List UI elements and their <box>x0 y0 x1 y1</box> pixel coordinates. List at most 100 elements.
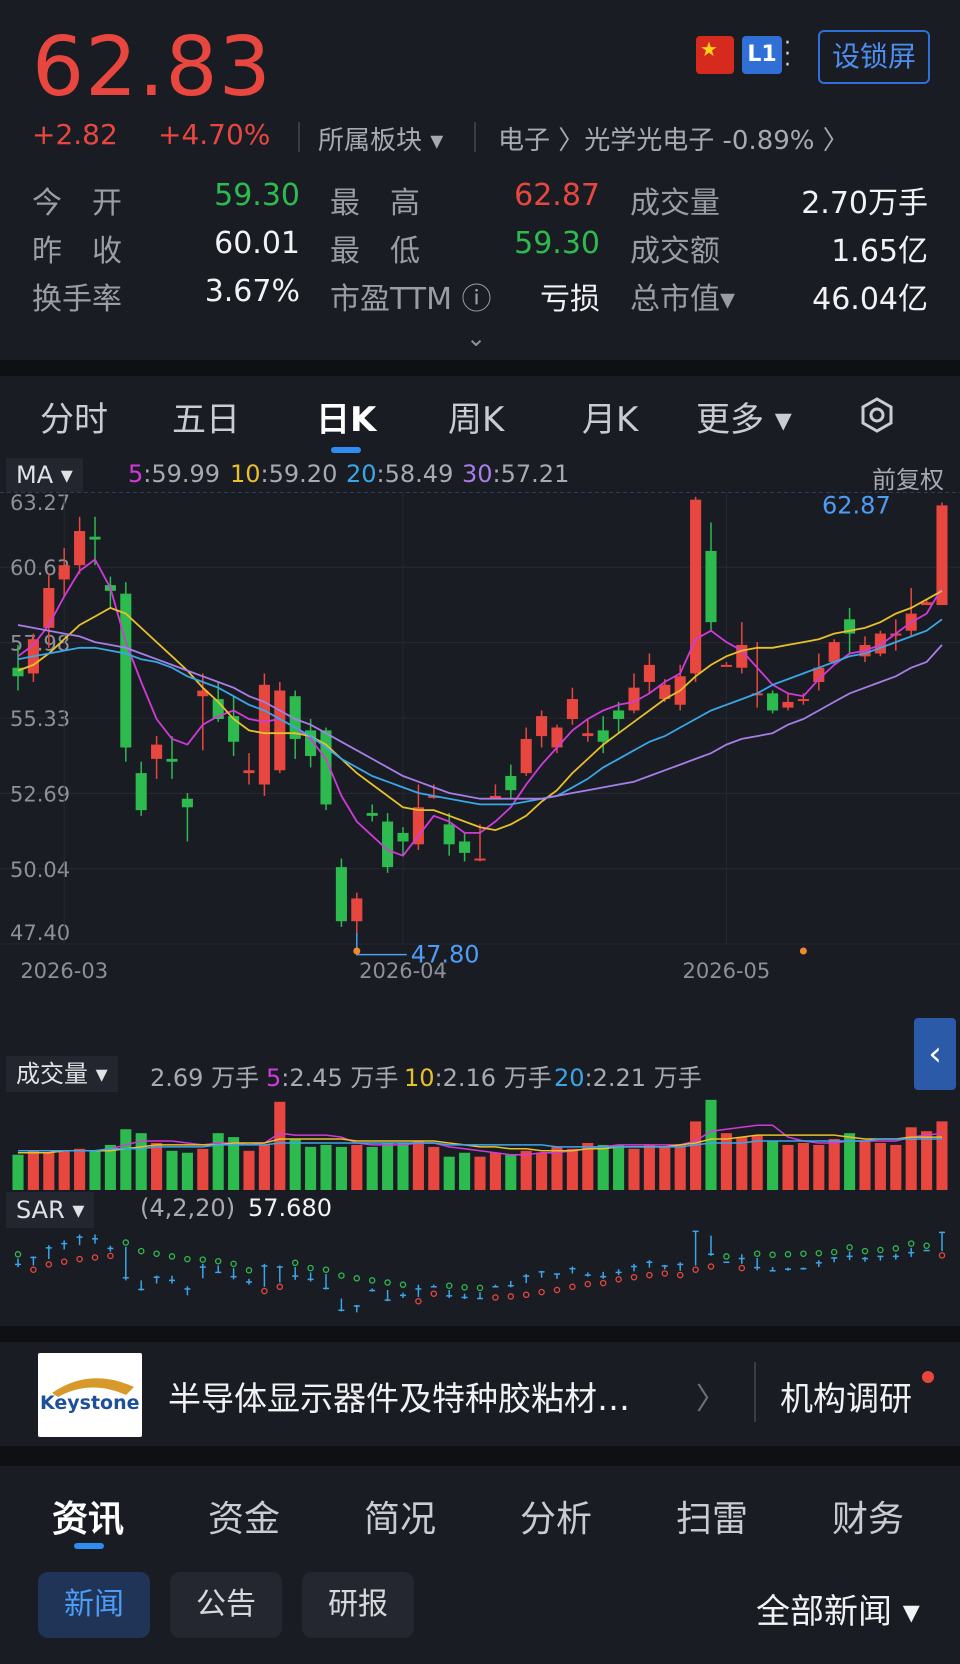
volume-chart <box>12 1099 948 1190</box>
candle-body <box>474 858 486 861</box>
sar-dot <box>676 1271 684 1279</box>
sar-dot <box>738 1264 746 1272</box>
sar-dot <box>368 1277 376 1284</box>
l1-badge[interactable]: L1 <box>742 36 782 74</box>
pe-ttm-label[interactable]: 市盈TTM ⓘ <box>330 274 492 318</box>
lock-screen-button[interactable]: 设锁屏 <box>818 30 930 84</box>
volume-current: 2.69 万手 <box>150 1064 260 1092</box>
quote-row: 换手率 3.67% 市盈TTM ⓘ 亏损 总市值▾ 46.04亿 <box>0 274 960 318</box>
sar-dot <box>492 1294 499 1301</box>
chip-reports[interactable]: 研报 <box>302 1572 414 1638</box>
sar-params: (4,2,20) <box>140 1194 236 1222</box>
turnover-rate-value: 3.67% <box>204 274 300 309</box>
open-value: 59.30 <box>214 178 300 213</box>
candlestick-chart[interactable]: 63.2760.6357.9855.3352.6950.0447.4062.87… <box>0 492 960 1032</box>
volume-bar <box>767 1141 779 1190</box>
tab-five-day[interactable]: 五日 <box>172 392 240 441</box>
y-tick-label: 63.27 <box>10 492 70 515</box>
sar-dot <box>615 1276 622 1283</box>
volume-label: 成交量 <box>630 186 720 221</box>
volume-bar <box>289 1139 301 1190</box>
volume-bar <box>705 1099 717 1190</box>
prev-close-label: 昨 收 <box>32 234 122 269</box>
volume-bar <box>428 1146 440 1190</box>
price-adjust-selector[interactable]: 前复权 <box>872 460 944 495</box>
tab-profile[interactable]: 简况 <box>364 1490 436 1542</box>
collapse-panel-button[interactable]: ‹ <box>914 1018 956 1090</box>
tab-funds[interactable]: 资金 <box>208 1490 280 1542</box>
institution-research-link[interactable]: 机构调研 <box>780 1372 912 1420</box>
tab-daily-k[interactable]: 日K <box>316 392 376 441</box>
volume-indicator-selector[interactable]: 成交量 ▾ <box>6 1056 118 1092</box>
sar-dot <box>800 1250 807 1257</box>
tab-more[interactable]: 更多 ▾ <box>696 392 792 441</box>
sar-dot <box>938 1252 946 1259</box>
tab-news-info[interactable]: 资讯 <box>52 1490 124 1542</box>
ma-selector[interactable]: MA ▾ <box>6 458 83 492</box>
volume-bar <box>443 1156 455 1190</box>
volume-bar <box>320 1144 332 1190</box>
volume-bar <box>890 1144 902 1190</box>
chevron-down-icon[interactable]: ⌄ <box>466 324 486 352</box>
ma10-line <box>17 590 943 832</box>
sar-dot <box>245 1267 253 1274</box>
gear-icon[interactable] <box>858 396 896 434</box>
active-tab-indicator <box>331 447 361 453</box>
tab-intraday[interactable]: 分时 <box>40 392 108 441</box>
sar-indicator-selector[interactable]: SAR ▾ <box>6 1192 95 1228</box>
sector-path-link[interactable]: 电子 〉光学光电子 -0.89% 〉 <box>498 120 849 157</box>
tab-weekly-k[interactable]: 周K <box>448 392 504 441</box>
volume-bar <box>489 1152 501 1190</box>
price-change: +2.82 <box>32 118 118 151</box>
banner-headline[interactable]: 半导体显示器件及特种胶粘材… <box>168 1372 630 1420</box>
volume-bar <box>690 1121 702 1190</box>
turnover-amount-value: 1.65亿 <box>831 234 928 269</box>
volume-bar <box>720 1133 732 1190</box>
candle-body <box>335 867 347 922</box>
sar-dot <box>753 1250 761 1257</box>
sar-dot <box>569 1283 576 1291</box>
sar-dot <box>76 1255 83 1263</box>
sar-dot <box>599 1279 607 1287</box>
candle-body <box>536 716 548 737</box>
all-news-dropdown[interactable]: 全部新闻 ▾ <box>756 1584 920 1633</box>
active-tab-indicator <box>74 1543 104 1549</box>
y-tick-label: 52.69 <box>10 782 70 806</box>
candle-body <box>936 505 948 606</box>
chevron-right-icon[interactable]: 〉 <box>696 1374 726 1418</box>
sar-dot <box>815 1249 823 1257</box>
candle-body <box>43 587 55 628</box>
sar-dot <box>877 1246 884 1254</box>
volume-bar <box>828 1139 840 1190</box>
high-label: 最 高 <box>330 186 420 221</box>
market-cap-dropdown[interactable]: 总市值▾ <box>630 274 735 318</box>
x-axis-label: 2026-03 <box>20 959 108 983</box>
sector-dropdown[interactable]: 所属板块 ▾ <box>318 120 443 157</box>
candle-body <box>828 642 840 663</box>
ma5-legend: 5:59.99 <box>128 460 221 488</box>
tab-risk-scan[interactable]: 扫雷 <box>676 1490 748 1542</box>
volume-bar <box>751 1135 763 1190</box>
volume-bar <box>813 1144 825 1190</box>
more-options-icon[interactable]: · · · <box>784 33 792 77</box>
divider <box>474 122 476 152</box>
quote-row: 昨 收 60.01 最 低 59.30 成交额 1.65亿 <box>0 226 960 270</box>
candle-body <box>797 699 809 702</box>
sar-dot <box>769 1251 776 1259</box>
sar-dot <box>630 1273 638 1281</box>
quote-row: 今 开 59.30 最 高 62.87 成交量 2.70万手 <box>0 178 960 222</box>
candle-body <box>397 832 409 842</box>
volume-bar <box>412 1141 424 1190</box>
tab-analysis[interactable]: 分析 <box>520 1490 592 1542</box>
chip-announcements[interactable]: 公告 <box>170 1572 282 1638</box>
tab-financials[interactable]: 财务 <box>832 1490 904 1542</box>
tab-monthly-k[interactable]: 月K <box>582 392 638 441</box>
sar-dot <box>830 1248 838 1256</box>
volume-bar <box>520 1150 532 1190</box>
sar-dot <box>707 1263 715 1270</box>
volume-bar <box>104 1144 116 1190</box>
candle-body <box>382 821 394 868</box>
chip-news[interactable]: 新闻 <box>38 1572 150 1638</box>
candle-body <box>443 824 455 845</box>
volume-bar <box>166 1150 178 1190</box>
